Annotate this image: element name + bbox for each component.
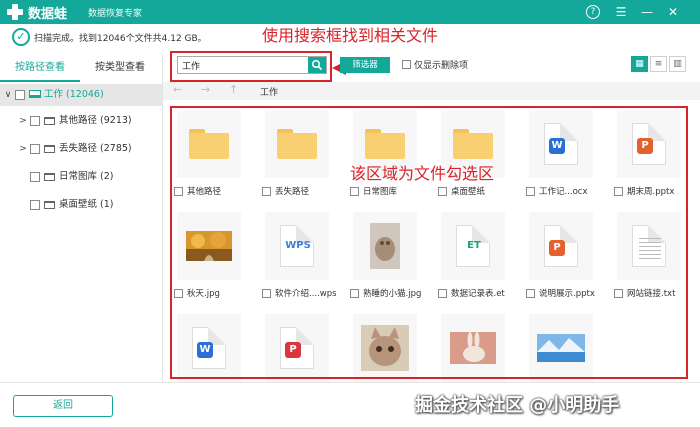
tree-item-work[interactable]: ∨ 工作 (12046) [0,84,162,106]
back-arrow-icon[interactable]: ← [173,83,182,96]
grid-highlight-box [170,106,688,379]
tab-by-type[interactable]: 按类型查看 [80,54,160,82]
tree-item-lost-paths[interactable]: > 丢失路径 (2785) [0,138,162,160]
tree-checkbox[interactable] [30,200,40,210]
tree-label: 其他路径 (9213) [59,115,132,126]
app-logo-icon [7,4,23,20]
drive-icon [29,90,41,98]
chevron-down-icon[interactable]: ∨ [3,84,13,106]
help-icon[interactable]: ? [586,5,600,19]
tree-item-wallpapers[interactable]: 桌面壁纸 (1) [0,194,162,216]
sidebar-tabs: 按路径查看 按类型查看 [0,54,162,82]
current-path: 工作 [260,88,279,98]
tree-checkbox[interactable] [30,172,40,182]
watermark: 掘金技术社区 @小明助手 [415,395,620,416]
tree-label: 日常图库 (2) [59,171,114,182]
folder-icon [44,117,55,125]
tree-item-daily-gallery[interactable]: 日常图库 (2) [0,166,162,188]
chevron-right-icon[interactable]: > [18,138,28,160]
selection-area-annotation: 该区域为文件勾选区 [350,164,495,183]
folder-icon [44,201,55,209]
app-brand: 数据蛙 [28,7,68,22]
sidebar: 按路径查看 按类型查看 ∨ 工作 (12046) > 其他路径 (9213) >… [0,54,163,382]
detail-view-icon[interactable]: ▥ [669,56,686,72]
minimize-icon[interactable]: — [638,3,656,21]
close-icon[interactable]: ✕ [664,3,682,21]
scan-status-text: 扫描完成。找到12046个文件共4.12 GB。 [34,34,207,44]
footer: 返回 掘金技术社区 @小明助手 [0,382,700,427]
list-view-icon[interactable]: ≡ [650,56,667,72]
tree-checkbox[interactable] [30,116,40,126]
title-bar: 数据蛙 数据恢复专家 ? ☰ — ✕ [0,0,700,24]
check-circle-icon: ✓ [12,28,30,46]
show-deleted-checkbox[interactable] [402,60,411,69]
tree-checkbox[interactable] [30,144,40,154]
chevron-right-icon[interactable]: > [18,110,28,132]
folder-icon [44,173,55,181]
search-annotation: 使用搜索框找到相关文件 [262,26,439,45]
search-highlight-box [170,51,332,82]
filter-button[interactable]: 筛选器 [340,57,390,73]
up-arrow-icon[interactable]: ↑ [229,83,238,96]
back-button[interactable]: 返回 [13,395,113,417]
folder-icon [44,145,55,153]
tab-by-path[interactable]: 按路径查看 [0,54,80,82]
menu-icon[interactable]: ☰ [612,3,630,21]
tree-label: 桌面壁纸 (1) [59,199,114,210]
tree-label: 丢失路径 (2785) [59,143,132,154]
grid-view-icon[interactable]: ▦ [631,56,648,72]
app-subtitle: 数据恢复专家 [88,9,143,19]
nav-bar: ← → ↑ 工作 [163,82,700,100]
tree-checkbox[interactable] [15,90,25,100]
tree-label: 工作 (12046) [44,89,104,100]
forward-arrow-icon[interactable]: → [201,83,210,96]
tree-item-other-paths[interactable]: > 其他路径 (9213) [0,110,162,132]
show-deleted-label: 仅显示删除项 [414,61,469,71]
